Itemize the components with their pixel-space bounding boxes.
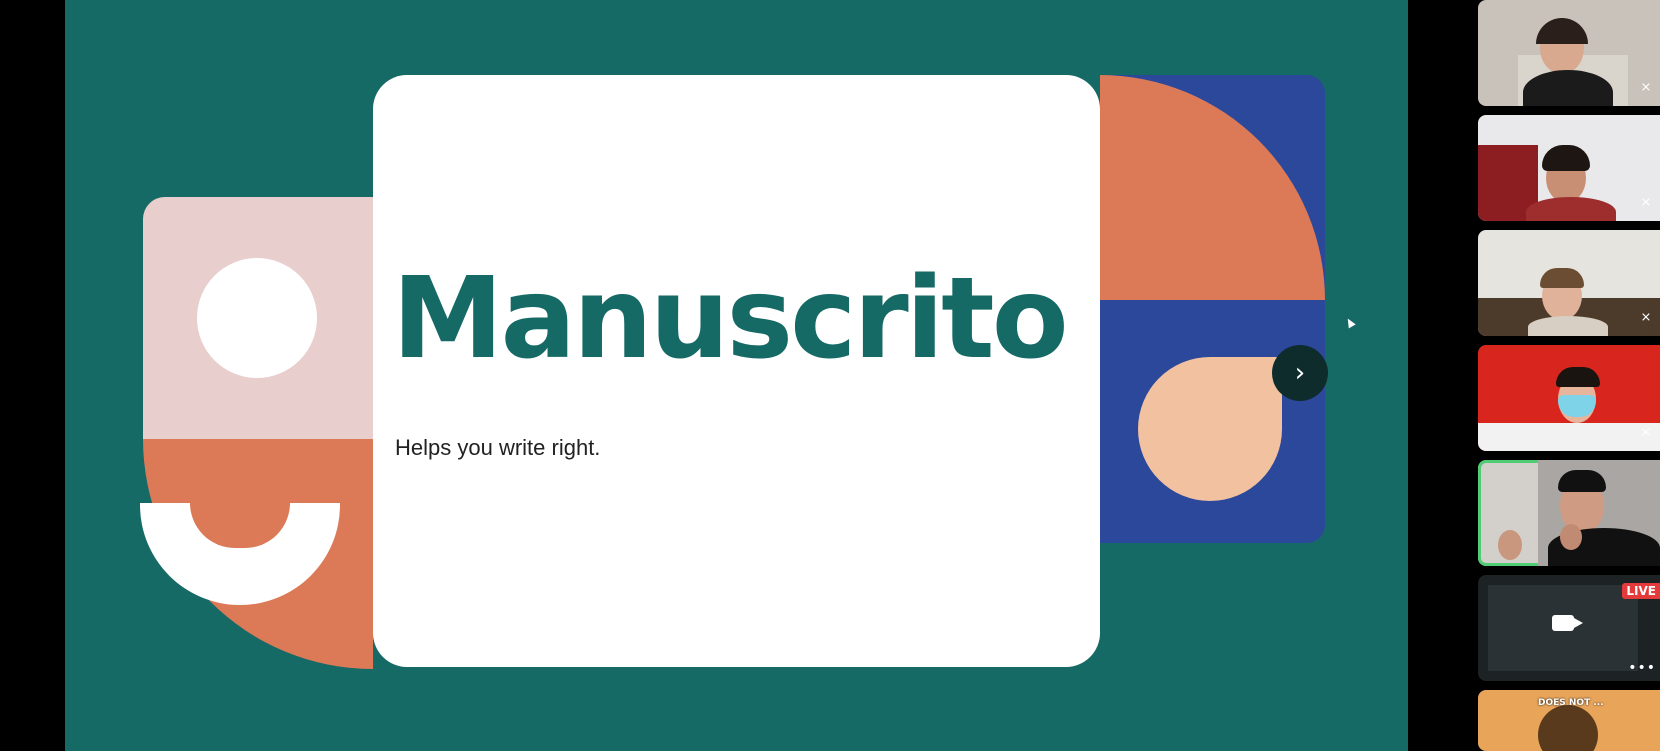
participant-tile-5-active-speaker[interactable] — [1478, 460, 1660, 566]
mic-off-icon: ⨯ — [1640, 425, 1652, 440]
meme-caption-text: DOES NOT ... — [1538, 698, 1604, 708]
shared-screen-slide: Manuscrito Helps you write right. — [65, 0, 1408, 751]
mic-off-icon: ⨯ — [1640, 195, 1652, 210]
participant-tile-7[interactable]: DOES NOT ... — [1478, 690, 1660, 751]
participants-sidebar: ⨯ ⨯ ⨯ ⨯ LIVE ••• DOES NOT ... — [1468, 0, 1660, 751]
participant-tile-2[interactable]: ⨯ — [1478, 115, 1660, 221]
participant-tile-6-video-off[interactable]: LIVE ••• — [1478, 575, 1660, 681]
participant-tile-1[interactable]: ⨯ — [1478, 0, 1660, 106]
slide-subtitle: Helps you write right. — [395, 435, 601, 460]
more-options-icon[interactable]: ••• — [1628, 661, 1656, 675]
next-slide-button[interactable]: › — [1272, 345, 1328, 401]
mic-off-icon: ⨯ — [1640, 310, 1652, 325]
video-camera-icon — [1552, 615, 1583, 631]
circle-shape — [197, 258, 317, 378]
slide-title: Manuscrito — [392, 254, 1069, 384]
live-badge: LIVE — [1622, 583, 1660, 599]
mic-off-icon: ⨯ — [1640, 80, 1652, 95]
orange-arc-shape — [1100, 75, 1325, 300]
participant-tile-3[interactable]: ⨯ — [1478, 230, 1660, 336]
participant-tile-4[interactable]: ⨯ — [1478, 345, 1660, 451]
blue-block-shape — [1100, 75, 1325, 543]
peach-drop-shape — [1138, 357, 1282, 501]
